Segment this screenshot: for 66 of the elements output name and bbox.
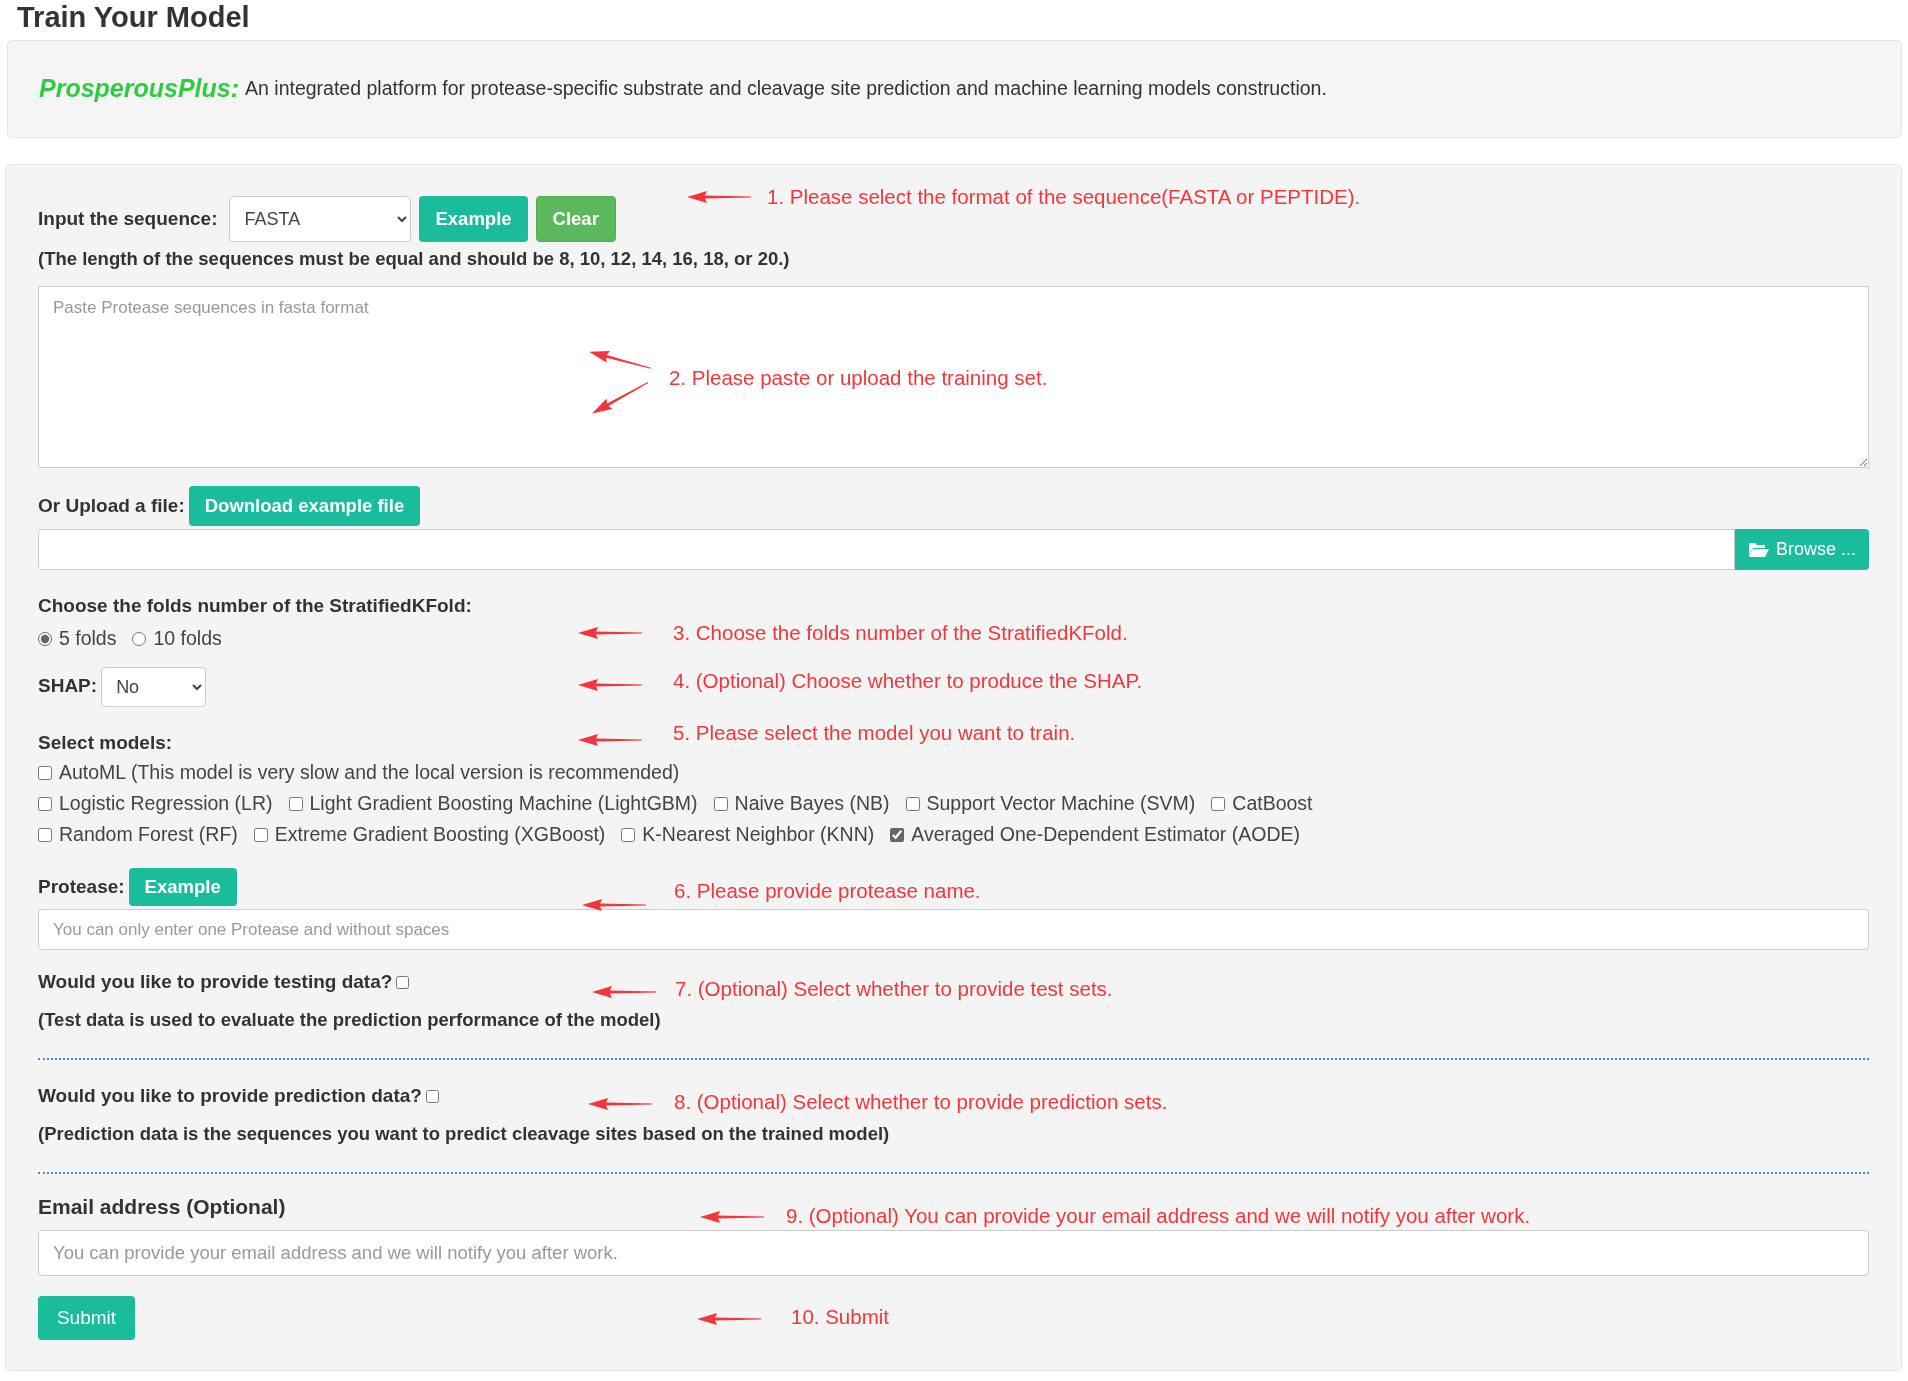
file-path-field[interactable]	[38, 529, 1735, 570]
annotation-text: 3. Choose the folds number of the StratifiedKFold.	[673, 621, 1128, 645]
field-label: Choose the folds number of the StratifiedKFold:	[38, 594, 472, 618]
format-select[interactable]: FASTA	[229, 196, 412, 242]
radio-label[interactable]: 10 folds	[153, 623, 222, 654]
length-note: (The length of the sequences must be equal and should be 8, 10, 12, 14, 16, 18, or 20.)	[38, 247, 791, 271]
pointer-arrow	[578, 627, 642, 639]
pointer-arrow	[687, 191, 751, 203]
field-label: Protease:	[38, 874, 125, 899]
checkbox[interactable]	[253, 827, 268, 842]
checkbox-label[interactable]: Random Forest (RF)	[59, 819, 238, 850]
brand-name: ProsperousPlus:	[39, 73, 240, 105]
checkbox-label[interactable]: Averaged One-Dependent Estimator (AODE)	[911, 819, 1300, 850]
protease-input[interactable]: You can only enter one Protease and without spaces	[38, 909, 1869, 950]
radio-label[interactable]: 5 folds	[59, 623, 117, 654]
checkbox[interactable]	[905, 796, 920, 811]
testing-note: (Test data is used to evaluate the prediction performance of the model)	[38, 1008, 662, 1032]
checkbox-label[interactable]: K-Nearest Neighbor (KNN)	[642, 819, 875, 850]
intro-text: An integrated platform for protease-specific substrate and cleavage site prediction and machine learning models construction.	[245, 76, 1327, 102]
checkbox-label[interactable]: AutoML (This model is very slow and the local version is recommended)	[59, 757, 680, 788]
pointer-arrow	[582, 899, 646, 911]
checkbox[interactable]	[425, 1089, 439, 1103]
annotation-text: 1. Please select the format of the sequence(FASTA or PEPTIDE).	[767, 185, 1361, 209]
pointer-arrow	[697, 1313, 761, 1325]
page-title: Train Your Model	[16, 0, 251, 34]
annotation-text: 9. (Optional) You can provide your email address and we will notify you after work.	[786, 1204, 1531, 1228]
checkbox[interactable]	[38, 765, 52, 780]
checkbox-label[interactable]: Support Vector Machine (SVM)	[926, 788, 1196, 819]
annotation-text: 10. Submit	[791, 1305, 889, 1329]
checkbox-label[interactable]: Naive Bayes (NB)	[734, 788, 890, 819]
prediction-note: (Prediction data is the sequences you want to predict cleavage sites based on the trained model)	[38, 1122, 891, 1146]
annotation-text: 6. Please provide protease name.	[674, 879, 981, 903]
annotation-text: 7. (Optional) Select whether to provide test sets.	[675, 977, 1113, 1001]
folder-icon	[1748, 541, 1770, 558]
field-label: SHAP:	[38, 674, 98, 699]
checkbox[interactable]	[713, 796, 728, 811]
pointer-arrow	[578, 734, 642, 746]
pointer-arrow	[592, 986, 656, 998]
checkbox[interactable]	[396, 975, 410, 989]
question-label: Would you like to provide testing data?	[38, 970, 393, 994]
checkbox-label[interactable]: Extreme Gradient Boosting (XGBoost)	[274, 819, 606, 850]
checkbox[interactable]	[38, 796, 52, 811]
field-label: Input the sequence:	[38, 206, 218, 231]
annotation-text: 5. Please select the model you want to train.	[673, 721, 1076, 745]
pointer-arrow	[700, 1211, 764, 1223]
field-label: Or Upload a file:	[38, 493, 185, 518]
checkbox[interactable]	[38, 827, 52, 842]
checkbox[interactable]	[890, 827, 905, 842]
checkbox[interactable]	[621, 827, 636, 842]
pointer-arrow	[588, 1098, 652, 1110]
email-input[interactable]: You can provide your email address and we will notify you after work.	[38, 1230, 1869, 1276]
annotation-text: 4. (Optional) Choose whether to produce the SHAP.	[673, 669, 1143, 693]
checkbox[interactable]	[288, 796, 303, 811]
annotation-text: 2. Please paste or upload the training set.	[669, 366, 1048, 390]
checkbox-label[interactable]: Light Gradient Boosting Machine (LightGBM)	[309, 788, 698, 819]
annotation-text: 8. (Optional) Select whether to provide prediction sets.	[674, 1090, 1168, 1114]
checkbox-label[interactable]: CatBoost	[1232, 788, 1313, 819]
checkbox-label[interactable]: Logistic Regression (LR)	[59, 788, 273, 819]
email-label: Email address (Optional)	[38, 1194, 286, 1220]
checkbox[interactable]	[1211, 796, 1226, 811]
radio-button[interactable]	[38, 631, 52, 646]
radio-button[interactable]	[132, 631, 147, 646]
field-label: Select models:	[38, 730, 173, 755]
question-label: Would you like to provide prediction data?	[38, 1084, 422, 1108]
pointer-arrow	[578, 679, 642, 691]
shap-select[interactable]: No	[101, 666, 207, 707]
